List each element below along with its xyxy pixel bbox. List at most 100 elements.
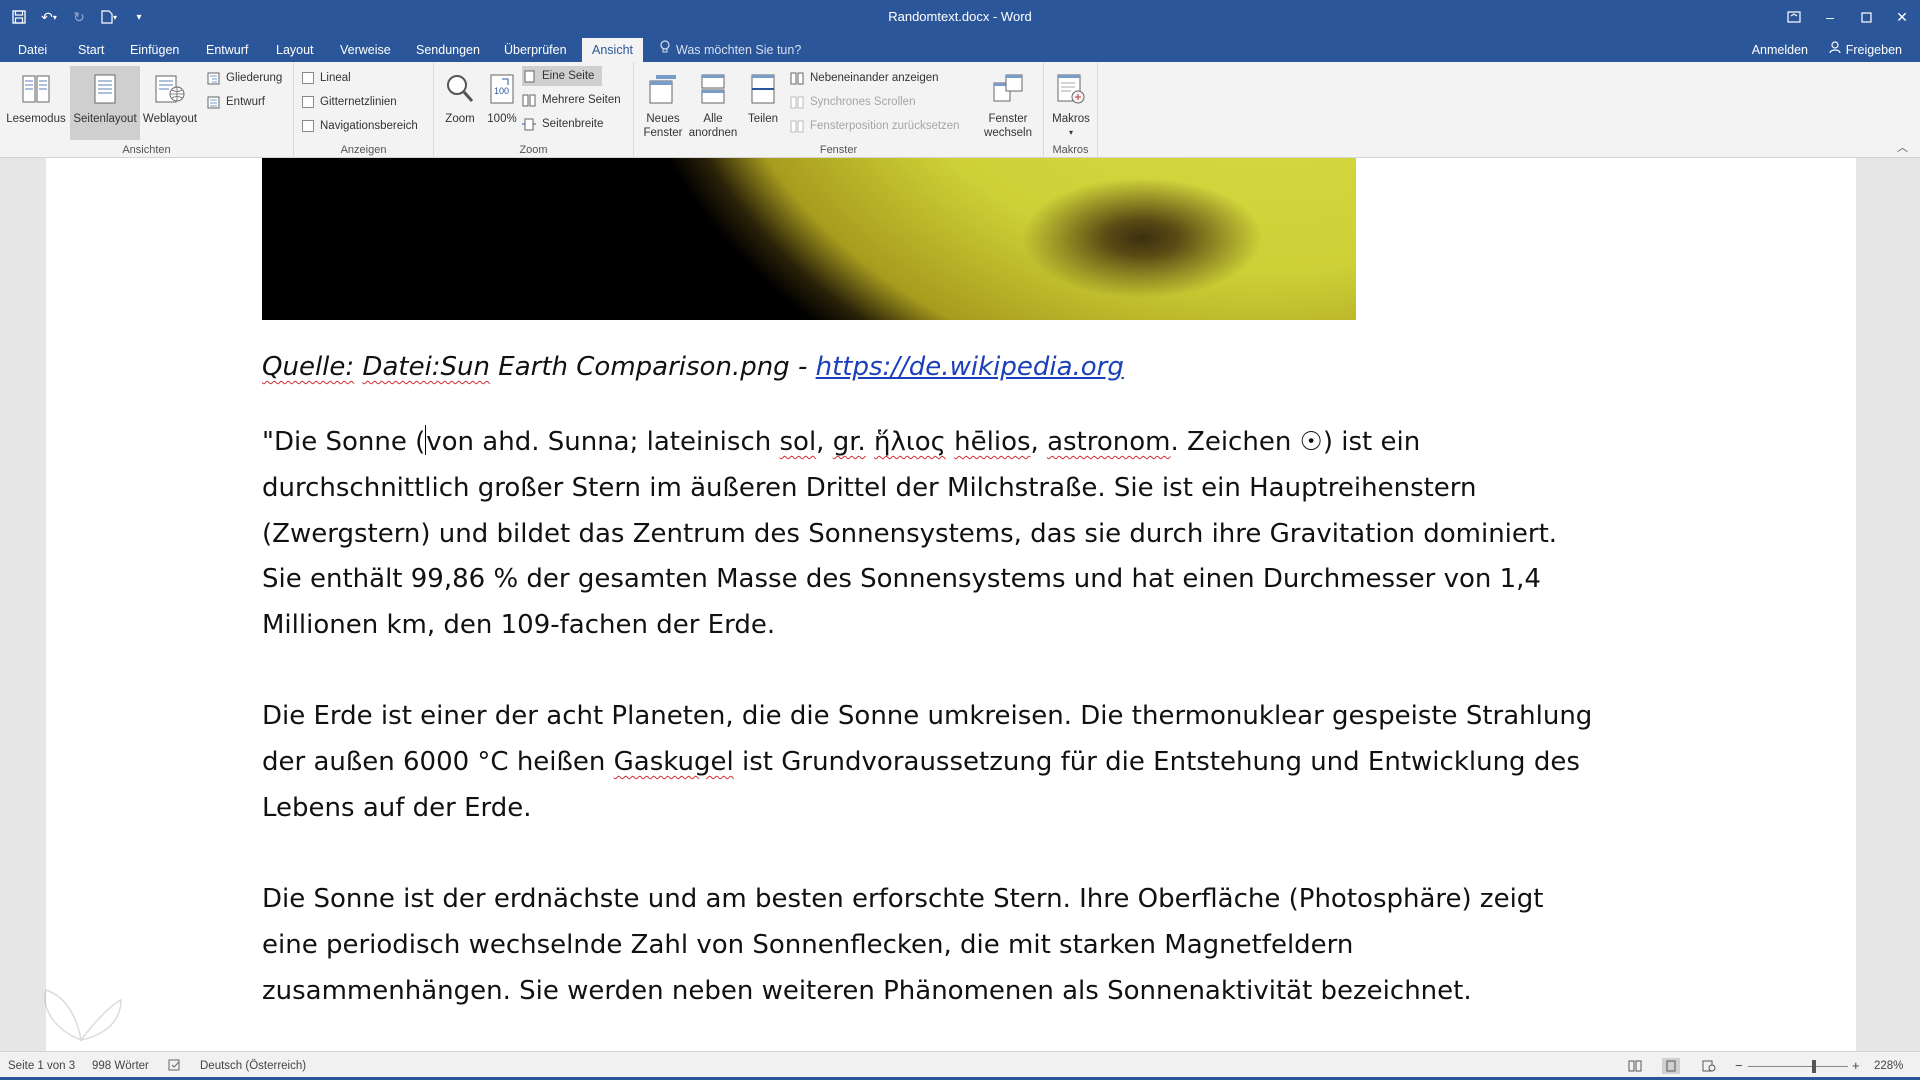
svg-text:100: 100 [494, 86, 509, 96]
source-caption[interactable]: Quelle: Datei:Sun Earth Comparison.png -… [262, 352, 1124, 382]
paragraph-2[interactable]: Die Erde ist einer der acht Planeten, di… [262, 694, 1662, 831]
document-area[interactable]: Quelle: Datei:Sun Earth Comparison.png -… [0, 158, 1920, 1051]
tell-me-text: Was möchten Sie tun? [676, 43, 802, 57]
butterfly-watermark-icon [36, 980, 126, 1050]
paragraph-1[interactable]: "Die Sonne (von ahd. Sunna; lateinisch s… [262, 420, 1662, 649]
language-indicator[interactable]: Deutsch (Österreich) [200, 1052, 306, 1080]
share-button[interactable]: Freigeben [1829, 38, 1902, 62]
lineal-checkbox[interactable]: Lineal [302, 68, 351, 88]
ribbon-display-options-icon[interactable] [1776, 0, 1812, 34]
zoom-slider-track[interactable] [1748, 1066, 1848, 1067]
page-width-icon [522, 117, 536, 131]
window-controls: – ✕ [1776, 0, 1920, 34]
paragraph-1-line-5: Millionen km, den 109-fachen der Erde. [262, 610, 776, 641]
page-count[interactable]: Seite 1 von 3 [8, 1052, 75, 1080]
lightbulb-icon [660, 38, 670, 62]
read-mode-view-icon[interactable] [1626, 1058, 1644, 1074]
new-window-icon [646, 70, 680, 108]
gitternetzlinien-check-box[interactable] [302, 96, 314, 108]
seitenlayout-button[interactable]: Seitenlayout [70, 66, 140, 140]
draft-icon [206, 95, 220, 109]
side-by-side-icon [790, 71, 804, 85]
gitternetzlinien-checkbox[interactable]: Gitternetzlinien [302, 92, 397, 112]
paragraph-3-line-2: eine periodisch wechselnde Zahl von Sonn… [262, 929, 1354, 960]
tab-verweise[interactable]: Verweise [330, 38, 401, 62]
close-icon[interactable]: ✕ [1884, 0, 1920, 34]
seitenbreite-button[interactable]: Seitenbreite [522, 114, 603, 134]
maximize-icon[interactable] [1848, 0, 1884, 34]
sync-scroll-icon [790, 95, 804, 109]
group-label-ansichten: Ansichten [122, 144, 171, 156]
zoom-100-icon: 100 [485, 70, 519, 108]
neues-fenster-button[interactable]: Neues Fenster [638, 66, 688, 140]
web-layout-icon [153, 70, 187, 108]
sun-image[interactable] [262, 158, 1356, 320]
group-label-zoom: Zoom [519, 144, 548, 156]
paragraph-3[interactable]: Die Sonne ist der erdnächste und am best… [262, 877, 1662, 1014]
zoom-percentage[interactable]: 228% [1874, 1052, 1903, 1080]
one-page-icon [522, 69, 536, 83]
lesemodus-button[interactable]: Lesemodus [4, 66, 68, 140]
tab-datei[interactable]: Datei [8, 38, 57, 62]
group-ansichten: Lesemodus Seitenlayout Weblayout Glieder… [0, 62, 294, 158]
weblayout-button[interactable]: Weblayout [138, 66, 202, 140]
makros-dropdown-icon: ▾ [1068, 128, 1073, 137]
navigationsbereich-checkbox[interactable]: Navigationsbereich [302, 116, 418, 136]
print-layout-icon [88, 70, 122, 108]
tab-einfuegen[interactable]: Einfügen [120, 38, 189, 62]
paragraph-2-line-3: Lebens auf der Erde. [262, 792, 532, 823]
lineal-check-box[interactable] [302, 72, 314, 84]
zoom-slider-thumb[interactable] [1812, 1060, 1816, 1073]
tab-sendungen[interactable]: Sendungen [406, 38, 490, 62]
alle-anordnen-button[interactable]: Alle anordnen [688, 66, 738, 140]
print-layout-view-icon[interactable] [1662, 1058, 1680, 1074]
status-bar: Seite 1 von 3 998 Wörter Deutsch (Österr… [0, 1051, 1920, 1080]
paragraph-1-line-4: Sie enthält 99,86 % der gesamten Masse d… [262, 564, 1541, 595]
person-icon [1829, 38, 1841, 62]
tab-ueberpruefen[interactable]: Überprüfen [494, 38, 577, 62]
navigationsbereich-check-box[interactable] [302, 120, 314, 132]
tab-layout[interactable]: Layout [266, 38, 324, 62]
read-mode-icon [19, 70, 53, 108]
paragraph-1-line-2: durchschnittlich großer Stern im äußeren… [262, 472, 1477, 503]
signin-link[interactable]: Anmelden [1752, 38, 1808, 62]
eine-seite-button[interactable]: Eine Seite [522, 66, 603, 86]
makros-button[interactable]: Makros ▾ [1044, 66, 1098, 140]
group-anzeigen: Lineal Gitternetzlinien Navigationsberei… [294, 62, 434, 158]
collapse-ribbon-icon[interactable]: ︿ [1897, 139, 1908, 155]
tab-ansicht[interactable]: Ansicht [582, 38, 643, 62]
group-label-anzeigen: Anzeigen [340, 144, 387, 156]
gliederung-button[interactable]: Gliederung [206, 68, 282, 88]
word-count[interactable]: 998 Wörter [92, 1052, 149, 1080]
window-title: Randomtext.docx - Word [888, 9, 1032, 24]
fensterposition-button[interactable]: Fensterposition zurücksetzen [790, 116, 960, 136]
zoom-100-button[interactable]: 100 100% [480, 66, 524, 140]
reset-position-icon [790, 119, 804, 133]
tab-entwurf[interactable]: Entwurf [196, 38, 258, 62]
paragraph-1-line-3: (Zwergstern) und bildet das Zentrum des … [262, 518, 1558, 549]
tab-start[interactable]: Start [68, 38, 114, 62]
zoom-in-button[interactable]: + [1852, 1052, 1860, 1080]
fenster-wechseln-button[interactable]: Fenster wechseln [976, 66, 1040, 140]
group-fenster: Neues Fenster Alle anordnen Teilen Neben… [634, 62, 1044, 158]
ribbon: Lesemodus Seitenlayout Weblayout Glieder… [0, 62, 1920, 158]
magnifier-icon [443, 70, 477, 108]
mehrere-seiten-button[interactable]: Mehrere Seiten [522, 90, 621, 110]
web-layout-view-icon[interactable] [1700, 1058, 1718, 1074]
tell-me-box[interactable]: Was möchten Sie tun? [660, 38, 801, 62]
switch-windows-icon [991, 70, 1025, 108]
synchrones-scrollen-button[interactable]: Synchrones Scrollen [790, 92, 915, 112]
zoom-out-button[interactable]: − [1735, 1052, 1743, 1080]
source-link[interactable]: https://de.wikipedia.org [816, 352, 1124, 382]
arrange-all-icon [696, 70, 730, 108]
proofing-icon[interactable] [168, 1052, 182, 1080]
teilen-button[interactable]: Teilen [738, 66, 788, 140]
nebeneinander-button[interactable]: Nebeneinander anzeigen [790, 68, 939, 88]
document-page[interactable]: Quelle: Datei:Sun Earth Comparison.png -… [46, 158, 1856, 1051]
entwurf-button[interactable]: Entwurf [206, 92, 265, 112]
ribbon-tabs: Datei Start Einfügen Entwurf Layout Verw… [0, 34, 1920, 62]
paragraph-1-line-1: "Die Sonne (von ahd. Sunna; lateinisch s… [262, 425, 1421, 457]
zoom-button[interactable]: Zoom [438, 66, 482, 140]
minimize-icon[interactable]: – [1812, 0, 1848, 34]
multiple-pages-icon [522, 93, 536, 107]
